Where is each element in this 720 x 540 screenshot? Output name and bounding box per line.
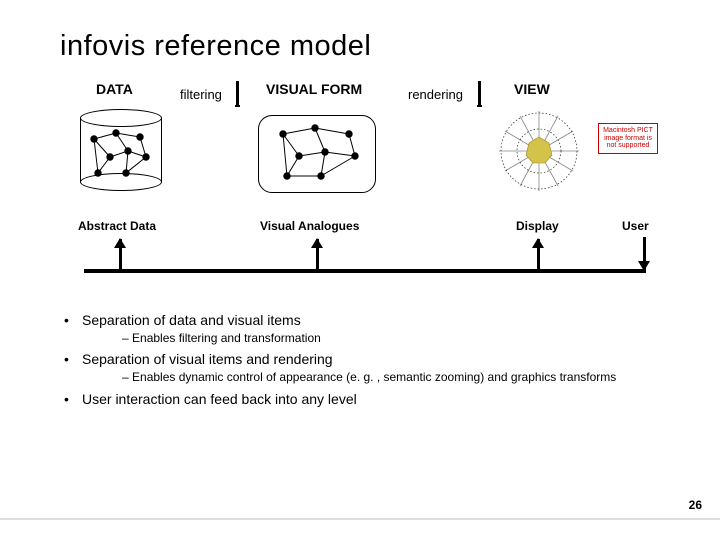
page-number: 26 — [689, 498, 702, 512]
header-view: VIEW — [514, 81, 550, 97]
label-rendering: rendering — [408, 87, 463, 102]
header-visual-form: VISUAL FORM — [266, 81, 362, 97]
label-user: User — [622, 219, 649, 233]
graph-icon — [86, 127, 156, 183]
pipe-separator — [236, 81, 239, 105]
reference-model-diagram: DATA VISUAL FORM VIEW filtering renderin… — [60, 81, 670, 291]
bullet-list: Separation of data and visual items Enab… — [60, 311, 670, 409]
feedback-arrow-up — [316, 239, 319, 269]
bullet-item: Separation of visual items and rendering… — [60, 350, 670, 385]
feedback-arrow-up — [537, 239, 540, 269]
user-arrow-down — [643, 237, 646, 270]
footer-display: Display — [516, 219, 559, 233]
pipe-separator — [478, 81, 481, 105]
visual-form-box-icon — [258, 115, 376, 193]
sub-bullet: Enables dynamic control of appearance (e… — [82, 370, 670, 386]
header-data: DATA — [96, 81, 133, 97]
bullet-item: Separation of data and visual items Enab… — [60, 311, 670, 346]
bullet-item: User interaction can feed back into any … — [60, 390, 670, 409]
view-radial-icon — [492, 107, 587, 195]
feedback-line — [84, 269, 646, 273]
footer-divider — [0, 518, 720, 520]
footer-abstract-data: Abstract Data — [78, 219, 156, 233]
sub-bullet: Enables filtering and transformation — [82, 331, 670, 347]
bullet-text: Separation of visual items and rendering — [82, 351, 333, 367]
footer-visual-analogues: Visual Analogues — [260, 219, 359, 233]
bullet-text: Separation of data and visual items — [82, 312, 301, 328]
pict-error-box: Macintosh PICT image format is not suppo… — [598, 123, 658, 154]
data-cylinder-icon — [80, 109, 162, 191]
label-filtering: filtering — [180, 87, 222, 102]
bullet-text: User interaction can feed back into any … — [82, 391, 357, 407]
feedback-arrow-up — [119, 239, 122, 269]
slide-title: infovis reference model — [60, 30, 670, 63]
graph-icon — [259, 116, 377, 194]
